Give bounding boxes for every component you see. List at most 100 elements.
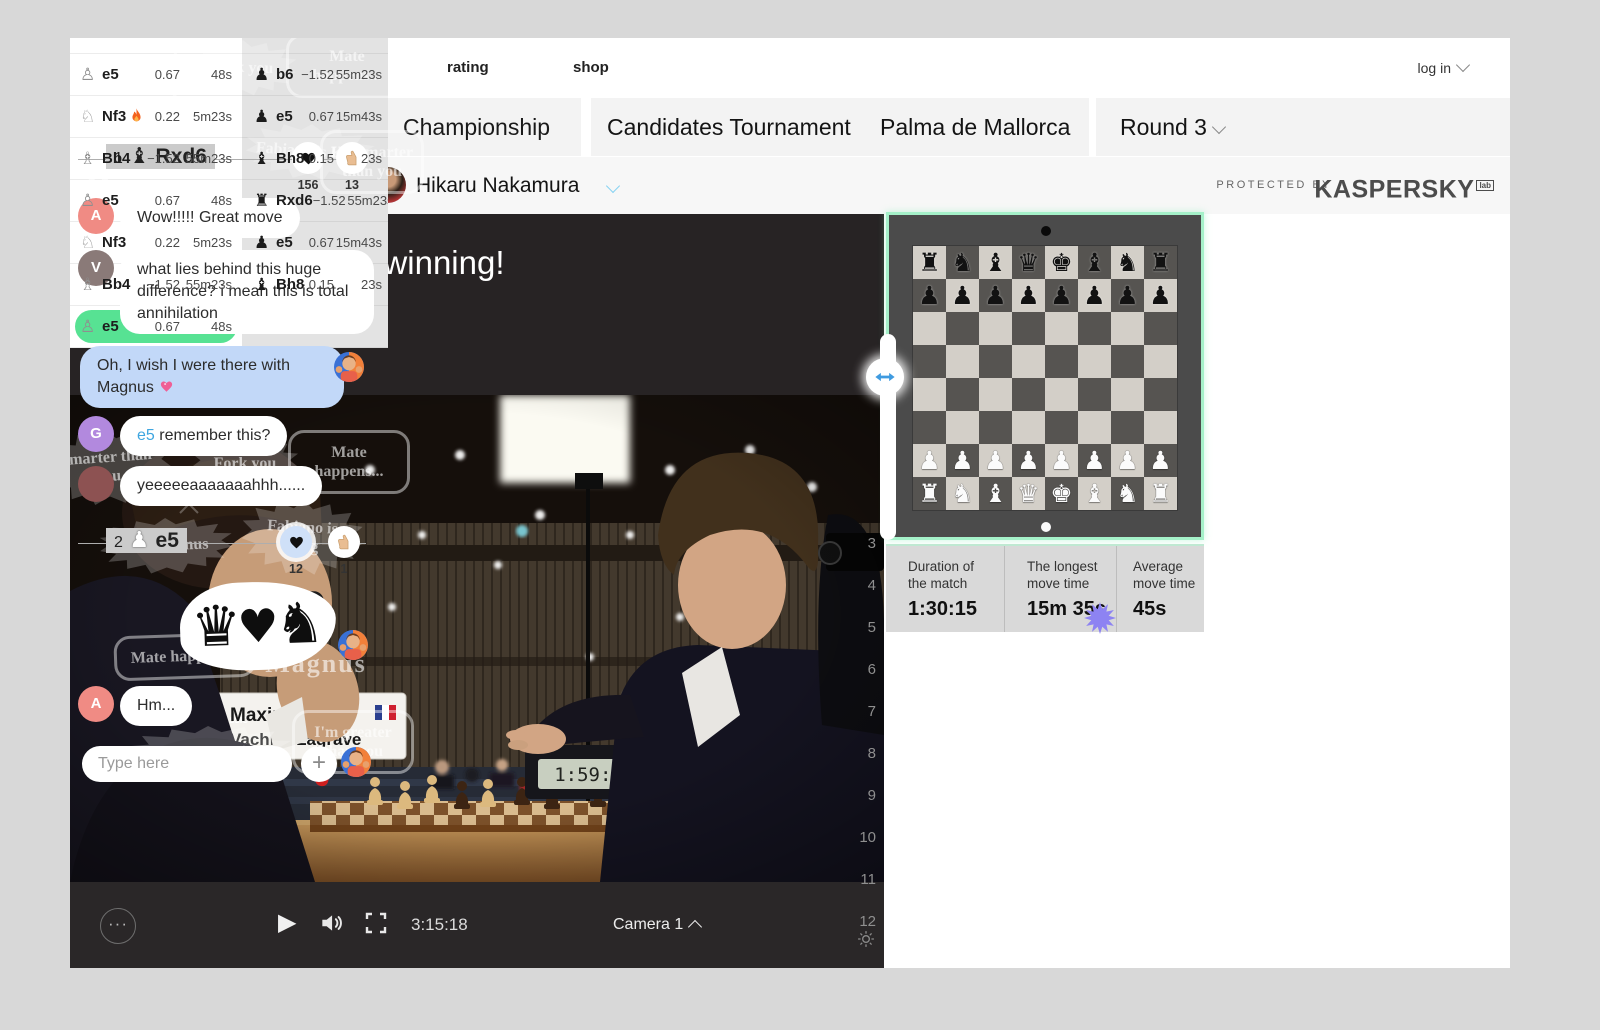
chess-piece: ♟ bbox=[951, 281, 974, 310]
chess-piece: ♟ bbox=[1116, 446, 1139, 475]
nav-item-rating[interactable]: rating bbox=[447, 38, 489, 98]
more-options-button[interactable]: ··· bbox=[100, 908, 136, 944]
move-notation: Bh8 bbox=[276, 276, 305, 293]
board-square: ♜ bbox=[1144, 477, 1177, 510]
chess-piece: ♝ bbox=[1083, 479, 1106, 508]
chess-piece: ♟ bbox=[984, 446, 1007, 475]
camera-selector[interactable]: Camera 1 bbox=[613, 882, 703, 968]
board-square bbox=[1144, 378, 1177, 411]
chess-piece: ♟ bbox=[1083, 446, 1106, 475]
white-pawn-icon: ♟ bbox=[129, 528, 150, 553]
board-square: ♜ bbox=[913, 477, 946, 510]
board-square bbox=[946, 411, 979, 444]
chess-piece: ♜ bbox=[1149, 479, 1172, 508]
left-right-arrow-icon bbox=[875, 372, 895, 382]
board-square bbox=[1012, 312, 1045, 345]
login-label: log in bbox=[1417, 60, 1451, 76]
brand-championship: Championship bbox=[403, 114, 551, 140]
avatar: A bbox=[78, 686, 114, 722]
player-black-name[interactable]: Hikaru Nakamura bbox=[416, 157, 579, 214]
chess-piece: ♚ bbox=[1050, 248, 1073, 277]
white-piece-icon: ♘ bbox=[80, 106, 96, 127]
message-bubble: yeeeeeaaaaaaahhh...... bbox=[120, 466, 323, 506]
board-square bbox=[913, 312, 946, 345]
move-eval: 0.67 bbox=[154, 193, 180, 208]
board-square bbox=[1078, 378, 1111, 411]
like-button[interactable] bbox=[280, 526, 312, 558]
kaspersky-logo: KASPERSKY lab bbox=[1314, 157, 1494, 214]
board-square: ♞ bbox=[946, 246, 979, 279]
table-row: ♘ Nf3 0.22 5m23s ♟ e5 0.67 15m43s bbox=[70, 96, 388, 138]
stat-average-value: 45s bbox=[1133, 598, 1167, 620]
move-cell[interactable]: ♘ Nf3 0.22 5m23s bbox=[70, 96, 242, 138]
chevron-down-icon[interactable] bbox=[605, 178, 621, 194]
nav-item-shop[interactable]: shop bbox=[573, 38, 609, 98]
add-attachment-button[interactable]: + bbox=[301, 746, 337, 782]
chess-piece: ♚ bbox=[1050, 479, 1073, 508]
move-cell[interactable]: ♟ b6 −1.52 55m23s bbox=[242, 54, 388, 96]
move-eval: −1.52 bbox=[312, 193, 346, 208]
chess-piece: ♝ bbox=[1083, 248, 1106, 277]
chess-piece: ♝ bbox=[984, 479, 1007, 508]
fire-icon bbox=[130, 108, 143, 125]
chess-piece: ♜ bbox=[918, 248, 941, 277]
board-square bbox=[979, 345, 1012, 378]
move-link[interactable]: e5 bbox=[137, 427, 155, 444]
board-square bbox=[979, 312, 1012, 345]
white-piece-icon: ♙ bbox=[80, 64, 96, 85]
board-square: ♜ bbox=[1144, 246, 1177, 279]
move-label: 2 ♟ e5 bbox=[106, 528, 187, 553]
black-piece-icon: ♝ bbox=[254, 148, 270, 169]
chat-input[interactable] bbox=[82, 746, 292, 782]
lightbulb-icon[interactable] bbox=[856, 929, 876, 954]
chess-piece: ♛ bbox=[1017, 248, 1040, 277]
chess-piece: ♟ bbox=[1149, 281, 1172, 310]
board-square bbox=[1045, 411, 1078, 444]
flip-board-button[interactable] bbox=[866, 358, 904, 396]
login-button[interactable]: log in bbox=[1417, 38, 1471, 98]
move-notation: e5 bbox=[276, 234, 293, 251]
kaspersky-lab-sup: lab bbox=[1476, 180, 1494, 191]
move-time: 55m23s bbox=[335, 67, 382, 82]
volume-icon[interactable] bbox=[318, 910, 344, 941]
move-time: 55m23s bbox=[185, 151, 232, 166]
board-square bbox=[913, 411, 946, 444]
move-cell[interactable]: ♙ e5 0.67 48s bbox=[70, 54, 242, 96]
move-time: 5m23s bbox=[192, 235, 232, 250]
board-square bbox=[979, 378, 1012, 411]
board-square bbox=[1144, 345, 1177, 378]
board-square bbox=[1012, 411, 1045, 444]
play-button[interactable]: ▶ bbox=[278, 908, 296, 937]
fullscreen-icon[interactable] bbox=[364, 911, 388, 940]
kaspersky-wordmark: KASPERSKY bbox=[1314, 175, 1475, 204]
board-square: ♟ bbox=[1144, 444, 1177, 477]
round-selector[interactable]: Round 3 bbox=[1120, 98, 1227, 156]
move-time: 5m23s bbox=[192, 109, 232, 124]
move-eval: 0.15 bbox=[308, 277, 334, 292]
chess-piece: ♟ bbox=[918, 446, 941, 475]
board-square bbox=[913, 345, 946, 378]
chess-piece: ♟ bbox=[1116, 281, 1139, 310]
message-bubble: e5 remember this? bbox=[120, 416, 288, 456]
board-square: ♟ bbox=[913, 444, 946, 477]
chess-piece: ♟ bbox=[1017, 446, 1040, 475]
board-square: ♝ bbox=[1078, 477, 1111, 510]
dislike-button[interactable] bbox=[328, 526, 360, 558]
board-square bbox=[1045, 345, 1078, 378]
black-piece-icon: ♜ bbox=[254, 190, 270, 211]
board-square: ♛ bbox=[1012, 477, 1045, 510]
board-square: ♟ bbox=[979, 444, 1012, 477]
white-piece-icon: ♗ bbox=[80, 148, 96, 169]
move-notation: e5 bbox=[102, 192, 119, 209]
chess-piece: ♞ bbox=[1116, 479, 1139, 508]
tournament-name: Candidates Tournament bbox=[607, 114, 851, 140]
chess-piece: ♟ bbox=[1050, 281, 1073, 310]
move-cell[interactable]: ♟ e5 0.67 15m43s bbox=[242, 96, 388, 138]
white-piece-icon: ♘ bbox=[80, 232, 96, 253]
knight-icon: ♞ bbox=[273, 590, 326, 658]
chess-piece: ♟ bbox=[951, 446, 974, 475]
black-to-move-dot bbox=[1041, 226, 1051, 236]
board-square bbox=[1012, 378, 1045, 411]
move-time: 55m23s bbox=[347, 193, 388, 208]
round-label: Round 3 bbox=[1120, 114, 1207, 140]
